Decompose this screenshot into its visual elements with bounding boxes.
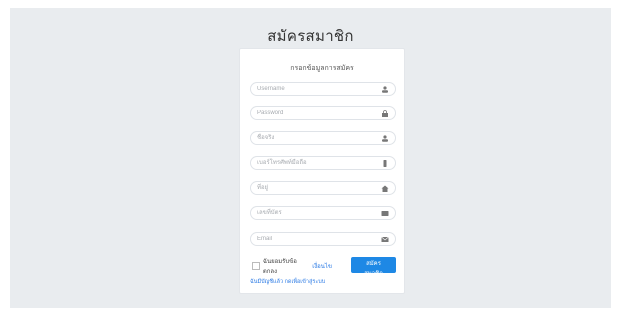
login-link[interactable]: ฉันมีบัญชีแล้ว กดเพื่อเข้าสู่ระบบ xyxy=(250,278,325,286)
email-icon xyxy=(381,236,389,242)
email-field[interactable] xyxy=(250,232,396,246)
id-card-field[interactable] xyxy=(250,206,396,220)
agree-checkbox[interactable] xyxy=(252,262,260,270)
password-input[interactable] xyxy=(257,108,377,118)
home-icon xyxy=(381,185,389,192)
id-card-input[interactable] xyxy=(257,208,377,218)
terms-link[interactable]: เงื่อนไข xyxy=(312,261,332,271)
id-card-icon xyxy=(381,211,389,216)
user-icon xyxy=(382,135,388,142)
agree-text: ฉันยอมรับข้อตกลง xyxy=(262,259,297,275)
phone-field[interactable] xyxy=(250,156,396,170)
first-name-input[interactable] xyxy=(257,133,377,143)
phone-input[interactable] xyxy=(257,158,377,168)
lock-icon xyxy=(382,110,388,117)
email-input[interactable] xyxy=(257,234,377,244)
agree-terms-row[interactable]: ฉันยอมรับข้อตกลง เงื่อนไข xyxy=(252,259,332,275)
register-card: กรอกข้อมูลการสมัคร Username Password ชื่… xyxy=(239,48,405,294)
form-header: กรอกข้อมูลการสมัคร xyxy=(290,65,354,72)
user-icon xyxy=(382,86,388,93)
phone-icon xyxy=(383,160,387,167)
address-input[interactable] xyxy=(257,183,377,193)
password-field[interactable] xyxy=(250,106,396,120)
first-name-field[interactable] xyxy=(250,131,396,145)
username-input[interactable] xyxy=(257,84,377,94)
page-title: สมัครสมาชิก xyxy=(267,28,354,45)
register-button[interactable]: สมัครสมาชิก xyxy=(351,257,396,277)
address-field[interactable] xyxy=(250,181,396,195)
username-field[interactable] xyxy=(250,82,396,96)
